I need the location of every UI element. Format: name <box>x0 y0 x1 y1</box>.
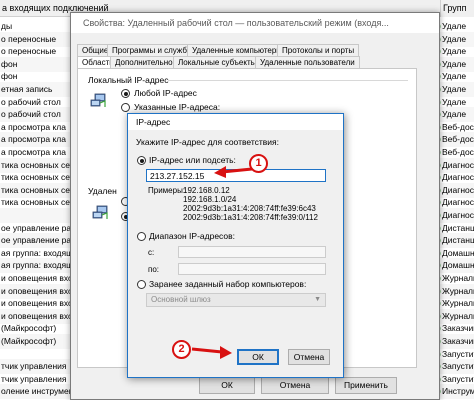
arrow-head-1 <box>214 166 226 178</box>
step-2-badge: 2 <box>172 340 191 359</box>
arrow-to-ok-button <box>191 347 223 354</box>
arrow-to-ip-field <box>221 167 253 174</box>
step-1-badge: 1 <box>249 154 268 173</box>
callout-arrows <box>191 166 253 359</box>
arrow-head-2 <box>220 346 232 359</box>
